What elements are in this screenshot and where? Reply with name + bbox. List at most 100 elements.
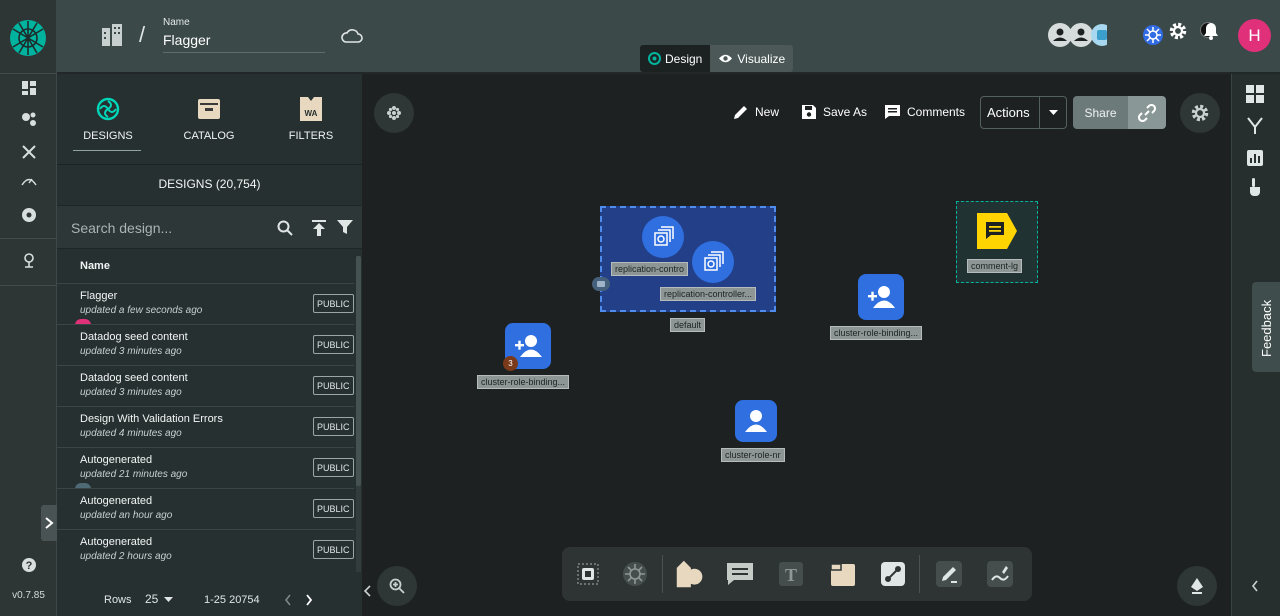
copy-link-icon[interactable] [1128,96,1166,129]
feedback-tab[interactable]: Feedback [1252,282,1280,372]
visibility-badge[interactable]: PUBLIC [313,376,354,395]
pen-nib-icon[interactable] [1177,566,1217,606]
design-name-label: Name [163,17,190,28]
group-label: default [670,318,706,332]
design-row[interactable]: Datadog seed content updated 3 minutes a… [57,324,354,365]
design-row[interactable]: Autogenerated updated 21 minutes ago PUB… [57,447,354,489]
top-bar: / Name Flagger Design Visualize 1 H [57,0,1280,74]
designs-panel: DESIGNS CATALOG WA FILTERS DESIGNS (20,7… [57,74,362,616]
visibility-badge[interactable]: PUBLIC [313,458,354,477]
upload-icon[interactable] [312,220,326,236]
design-row[interactable]: Autogenerated updated 2 hours ago PUBLIC [57,529,354,570]
collapse-right-icon[interactable] [1244,575,1266,597]
notifications-bell-icon[interactable] [1203,22,1219,40]
text-tool-icon[interactable]: T [776,559,806,589]
user-avatar[interactable]: H [1238,19,1271,52]
tab-catalog[interactable]: CATALOG [164,94,254,142]
expand-sidebar-button[interactable] [41,505,57,541]
tab-designs[interactable]: DESIGNS [63,94,153,142]
pen-tool-icon[interactable] [934,559,964,589]
cluster-role-binding-node[interactable] [858,274,904,320]
canvas-settings-icon[interactable] [1180,93,1220,133]
catalog-icon [164,94,254,124]
design-updated: updated a few seconds ago [80,305,203,316]
previous-page-icon[interactable] [284,594,292,606]
visibility-badge[interactable]: PUBLIC [313,417,354,436]
cloud-sync-icon[interactable] [341,28,363,44]
comment-node[interactable]: comment-lg [956,201,1038,283]
design-row[interactable]: Design With Validation Errors updated 4 … [57,406,354,447]
chevron-down-icon [164,596,174,602]
tab-designs-label: DESIGNS [83,130,133,142]
replication-controller-label: replication-controller... [660,287,757,301]
layers-grid-icon[interactable] [1244,83,1266,105]
shapes-tool-icon[interactable] [675,559,705,589]
help-icon[interactable]: ? [19,555,39,575]
kubernetes-tool-icon[interactable] [620,559,650,589]
visualize-mode-label: Visualize [737,51,786,66]
node-count-badge: 3 [503,356,518,371]
design-mode-button[interactable]: Design [640,45,711,72]
extensions-icon[interactable] [19,205,39,225]
freehand-tool-icon[interactable] [985,559,1015,589]
visibility-badge[interactable]: PUBLIC [313,294,354,313]
rows-per-page-select[interactable]: 25 [145,592,174,606]
comment-tag-icon [975,211,1019,251]
eye-icon [719,54,733,63]
rows-per-page-label: Rows [104,594,132,606]
location-pin-icon[interactable] [19,250,39,270]
cluster-role-node[interactable] [735,400,777,442]
design-canvas[interactable]: New Save As Comments Actions Share repli… [362,74,1231,616]
select-tool-icon[interactable] [573,559,603,589]
connector-tool-icon[interactable] [878,559,908,589]
search-design-input[interactable] [71,218,261,238]
design-name: Autogenerated [80,454,153,466]
next-page-icon[interactable] [305,594,313,606]
lifecycle-icon[interactable] [19,109,39,129]
design-name: Flagger [80,290,118,302]
organization-icon[interactable] [100,24,124,46]
share-group: Share [1073,96,1166,129]
design-updated: updated 21 minutes ago [80,469,188,480]
save-as-label: Save As [823,105,868,119]
layout-flower-icon[interactable] [374,93,414,133]
design-name-field[interactable]: Flagger [163,32,325,53]
column-header-name[interactable]: Name [80,260,110,272]
design-row[interactable]: Flagger updated a few seconds ago PUBLIC [57,283,354,325]
save-as-button[interactable]: Save As [801,104,867,120]
chevron-down-icon[interactable] [1039,97,1066,128]
connections-icon[interactable] [1047,22,1107,48]
group-handle-icon[interactable] [592,277,610,291]
settings-gear-icon[interactable] [1169,22,1187,40]
new-button[interactable]: New [733,104,779,120]
meshery-logo[interactable] [9,19,47,57]
actions-dropdown[interactable]: Actions [980,96,1067,129]
tab-filters[interactable]: WA FILTERS [266,94,356,142]
hand-pointer-icon[interactable] [1244,176,1266,198]
replication-controller-node[interactable] [642,216,684,258]
filters-icon: WA [266,94,356,124]
visibility-badge[interactable]: PUBLIC [313,499,354,518]
visibility-badge[interactable]: PUBLIC [313,540,354,559]
comment-tool-icon[interactable] [725,559,755,589]
design-row[interactable]: Datadog seed content updated 3 minutes a… [57,365,354,406]
branch-icon[interactable] [1244,115,1266,137]
filter-icon[interactable] [337,219,353,235]
search-icon[interactable] [277,220,293,236]
kubernetes-context-icon[interactable] [1142,24,1164,46]
zoom-in-icon[interactable] [377,566,417,606]
share-button[interactable]: Share [1073,96,1128,129]
chart-icon[interactable] [1244,147,1266,169]
section-tool-icon[interactable] [828,559,858,589]
visualize-mode-button[interactable]: Visualize [710,45,794,72]
design-row[interactable]: Autogenerated updated an hour ago PUBLIC [57,488,354,529]
svg-text:?: ? [26,560,33,572]
configuration-icon[interactable] [19,142,39,162]
dashboard-icon[interactable] [19,78,39,98]
list-scrollbar[interactable] [356,256,361,572]
collapse-panel-icon[interactable] [362,584,376,600]
visibility-badge[interactable]: PUBLIC [313,335,354,354]
performance-icon[interactable] [19,171,39,191]
comments-button[interactable]: Comments [884,104,965,120]
replication-controller-node[interactable] [692,241,734,283]
